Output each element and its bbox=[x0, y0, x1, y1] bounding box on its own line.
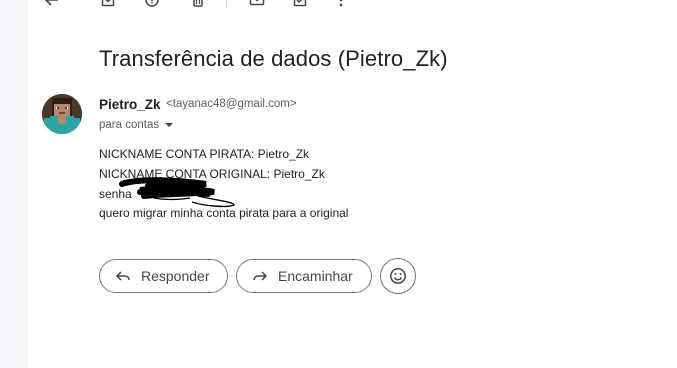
forward-button[interactable]: Encaminhar bbox=[236, 259, 372, 293]
mark-unread-icon[interactable] bbox=[247, 0, 267, 10]
report-spam-icon[interactable] bbox=[142, 0, 162, 10]
caret-down-icon[interactable] bbox=[165, 123, 174, 127]
emoji-reaction-button[interactable] bbox=[380, 258, 416, 294]
more-vert-icon[interactable] bbox=[331, 0, 351, 10]
body-line: NICKNAME CONTA ORIGINAL: Pietro_Zk bbox=[99, 166, 325, 181]
reply-label: Responder bbox=[141, 268, 210, 284]
email-body: NICKNAME CONTA PIRATA: Pietro_Zk NICKNAM… bbox=[99, 145, 348, 224]
email-view: Transferência de dados (Pietro_Zk) Pietr… bbox=[0, 0, 677, 368]
reply-button[interactable]: Responder bbox=[99, 259, 228, 293]
recipient-details[interactable]: para contas bbox=[99, 119, 174, 131]
move-to-inbox-icon[interactable] bbox=[98, 0, 118, 10]
email-toolbar bbox=[28, 0, 677, 16]
sender-email: <tayanac48@gmail.com> bbox=[166, 98, 297, 110]
reply-icon bbox=[114, 267, 132, 285]
minecraft-steve-avatar-icon bbox=[42, 94, 82, 134]
back-arrow-icon[interactable] bbox=[42, 0, 62, 10]
add-to-tasks-icon[interactable] bbox=[290, 0, 310, 10]
forward-label: Encaminhar bbox=[278, 268, 353, 284]
body-line: senha bbox=[99, 186, 132, 201]
forward-icon bbox=[251, 267, 269, 285]
toolbar-divider bbox=[226, 0, 227, 8]
recipient-label: para contas bbox=[99, 119, 160, 131]
email-subject: Transferência de dados (Pietro_Zk) bbox=[99, 46, 448, 71]
body-line: quero migrar minha conta pirata para a o… bbox=[99, 206, 349, 221]
sender-avatar[interactable] bbox=[42, 94, 82, 134]
emoji-reaction-icon bbox=[390, 268, 406, 284]
sender-name[interactable]: Pietro_Zk bbox=[99, 97, 161, 112]
body-line: NICKNAME CONTA PIRATA: Pietro_Zk bbox=[99, 147, 310, 161]
delete-icon[interactable] bbox=[188, 0, 208, 10]
left-sidebar-edge bbox=[0, 0, 28, 368]
